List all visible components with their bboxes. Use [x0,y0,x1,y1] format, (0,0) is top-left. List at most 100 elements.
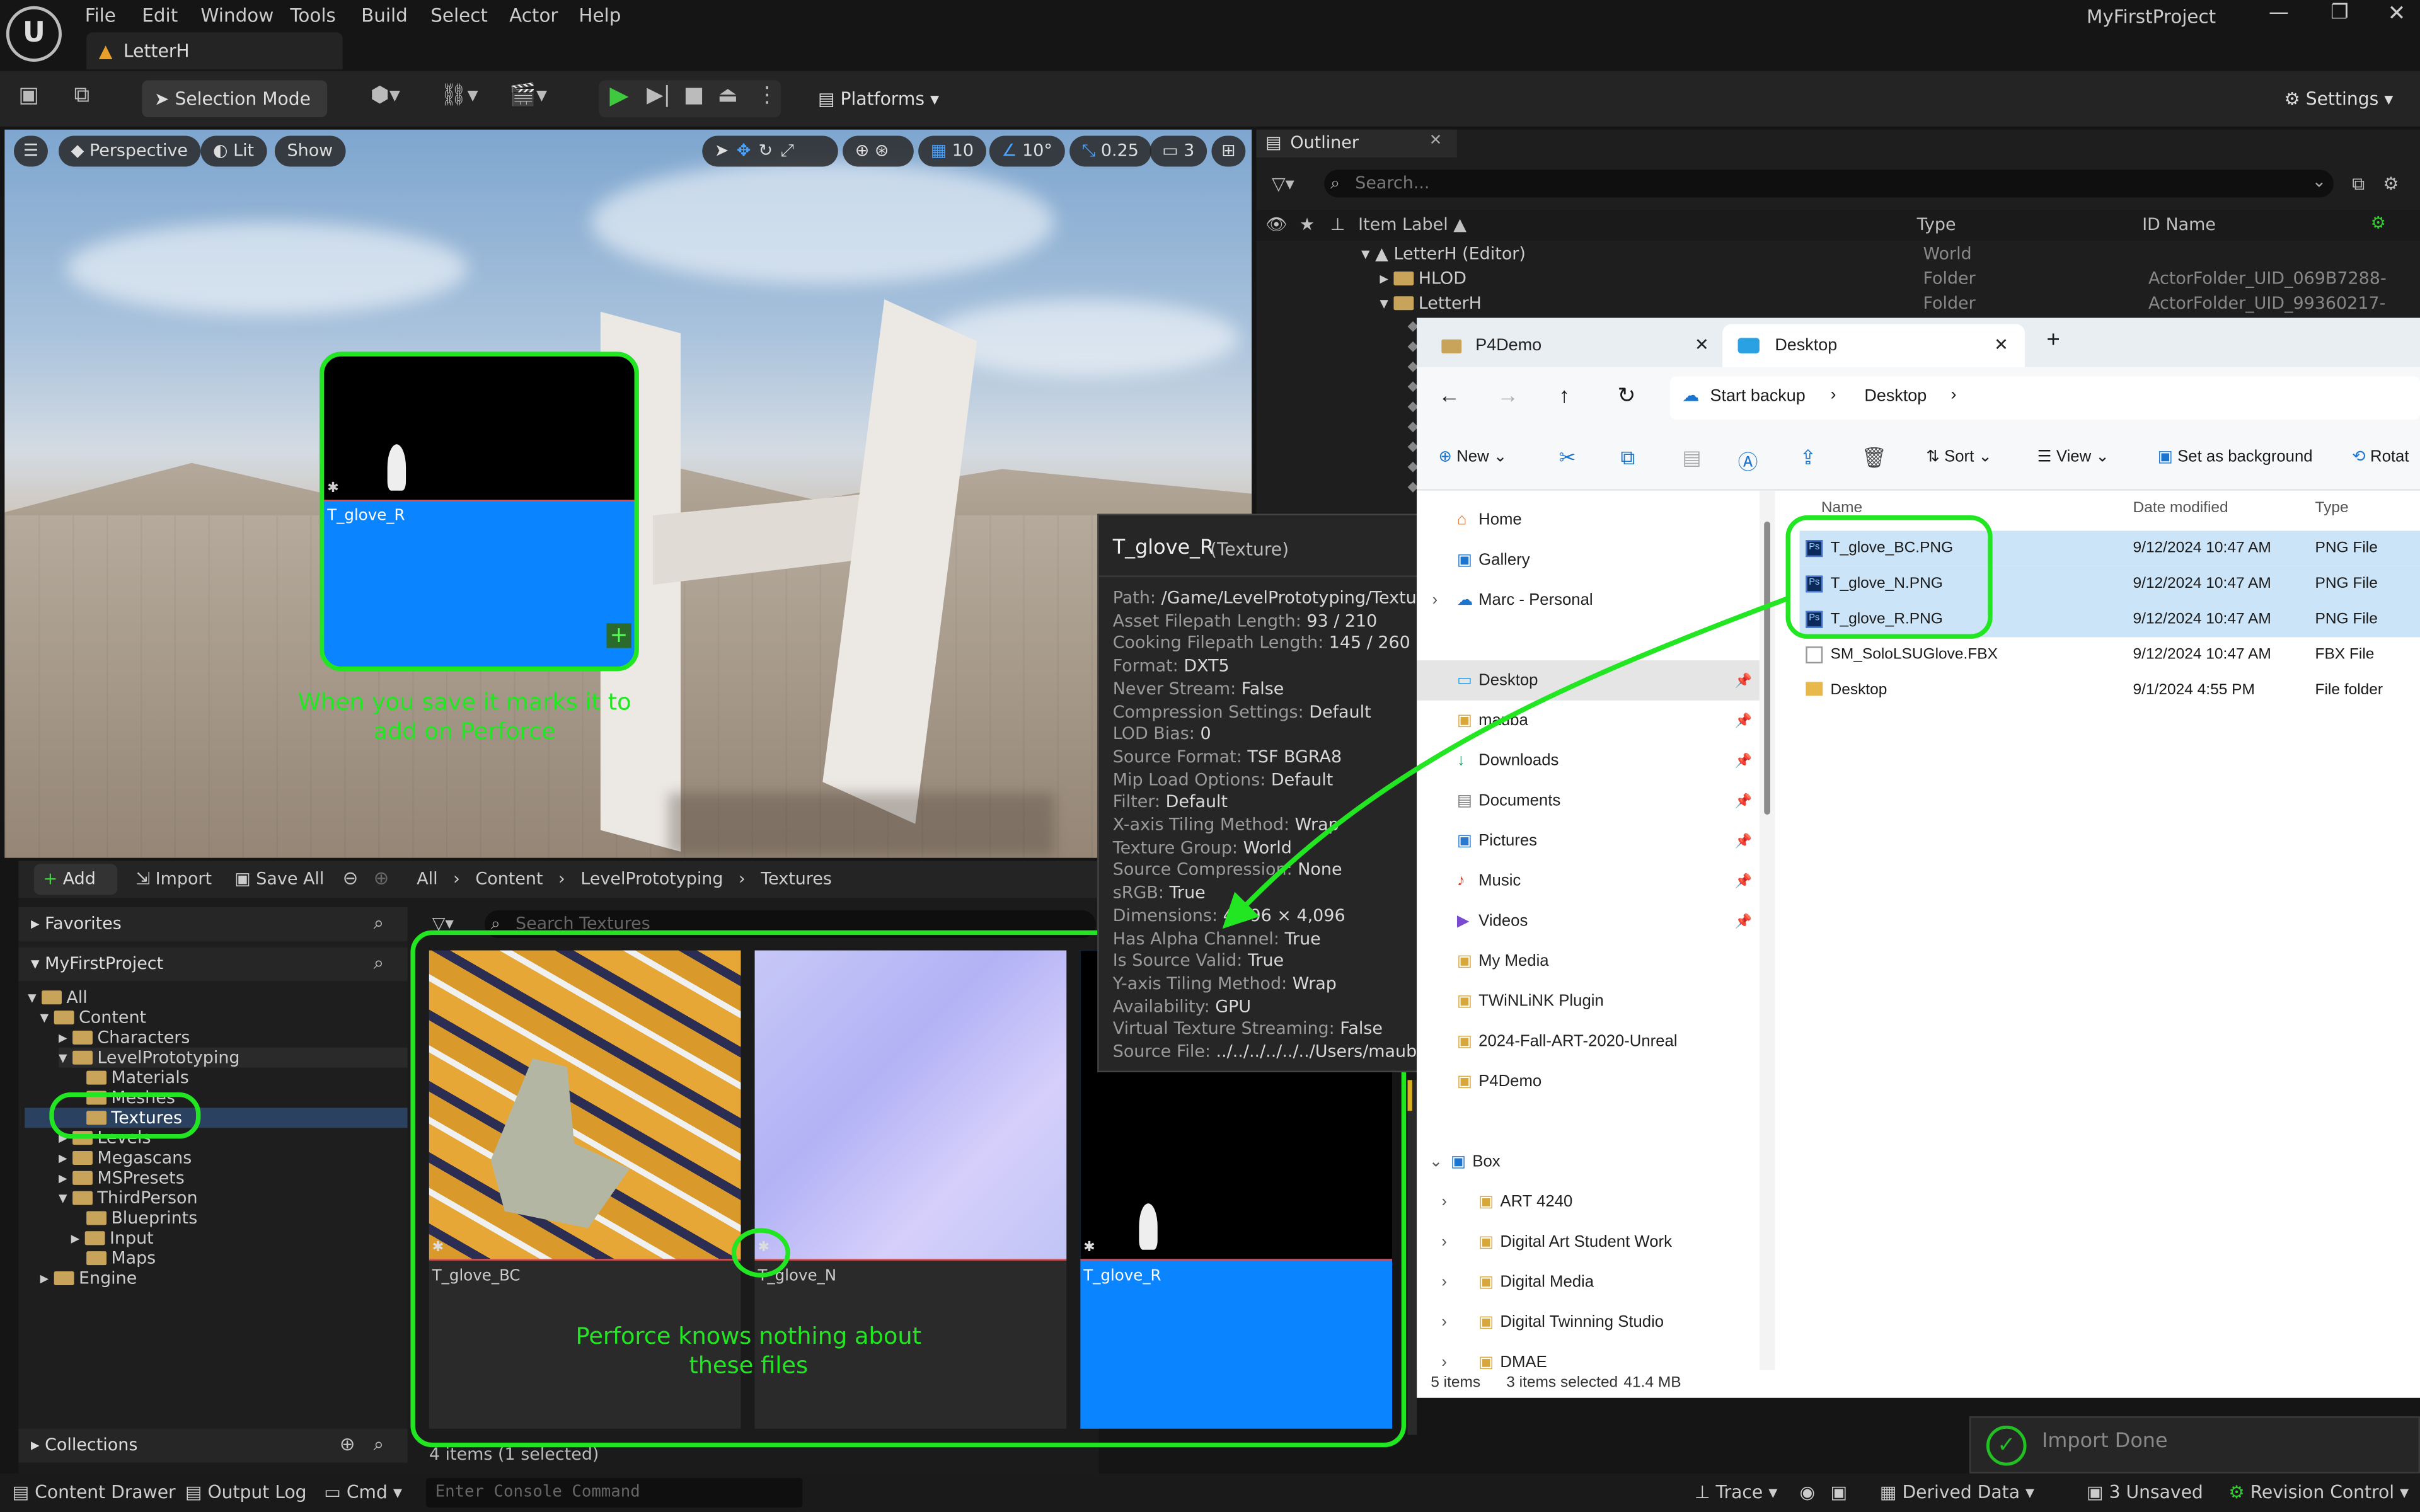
sidebar-item[interactable]: ▣ 2024-Fall-ART-2020-Unreal [1417,1021,1760,1062]
menu-file[interactable]: File [85,4,116,26]
transform-tools[interactable]: ➤✥↻⤢ [702,135,838,167]
explorer-tab-desktop[interactable]: Desktop ✕ [1722,324,2025,367]
collections-header[interactable]: ▸ Collections ⊕ ⌕ [18,1428,408,1463]
visibility-icon[interactable]: 👁 [1265,214,1287,234]
tree-item-megascans[interactable]: ▸ Megascans [59,1148,192,1168]
tree-item-blueprints[interactable]: Blueprints [86,1208,197,1228]
cmd-dropdown[interactable]: ▭ Cmd ▾ [324,1481,402,1503]
sidebar-item[interactable]: ▣ Digital Media › [1417,1262,1760,1302]
rotate-button[interactable]: ⟲ Rotat [2352,447,2409,466]
forward-arrow-icon[interactable]: → [1497,382,1519,407]
file-row[interactable]: SM_SoloLSUGlove.FBX 9/12/2024 10:47 AM FBX… [1800,637,2420,672]
restore-icon[interactable]: ❐ [2331,1,2349,25]
add-actor-icon[interactable]: ⬢▾ [371,83,400,108]
document-tab-letterh[interactable]: ▲ LetterH [86,32,343,70]
stop-icon[interactable]: ■ [684,83,704,108]
column-type[interactable]: Type [2315,500,2348,517]
derived-data-dropdown[interactable]: ▦ Derived Data ▾ [1880,1481,2034,1503]
chevron-right-icon[interactable]: › [1441,1262,1447,1302]
refresh-icon[interactable]: ↻ [1618,382,1636,409]
level-viewport[interactable]: ☰ ◆ Perspective ◐ Lit Show ➤✥↻⤢ ⊕ ⊛ ▦ 10… [4,129,1252,858]
new-button[interactable]: ⊕ New ⌄ [1438,447,1507,466]
outliner-tab[interactable]: ▤ Outliner ✕ [1256,129,1457,158]
grid-snap[interactable]: ▦ 10 [918,135,986,167]
sidebar-item[interactable]: ⌂ Home [1417,500,1760,540]
console-input[interactable]: Enter Console Command [425,1478,803,1508]
move-tool-icon[interactable]: ✥ [737,140,759,161]
import-button[interactable]: ⇲ Import [136,869,212,889]
project-header[interactable]: ▾ MyFirstProject ⌕ [18,947,408,982]
delete-icon[interactable]: 🗑 [1861,446,1886,471]
favorite-star-icon[interactable]: ★ [1299,214,1315,234]
advance-frame-icon[interactable]: ▶| [647,83,671,108]
play-icon[interactable]: ▶ [609,80,628,110]
tree-item-input[interactable]: ▸ Input [71,1228,154,1248]
cinematics-icon[interactable]: 🎬▾ [509,83,547,108]
breadcrumb-item[interactable]: LevelPrototyping [580,869,723,889]
chevron-right-icon[interactable]: › [1441,1302,1447,1343]
column-id-name[interactable]: ID Name [2142,214,2216,234]
view-button[interactable]: ☰ View ⌄ [2037,447,2109,466]
selection-mode-dropdown[interactable]: ➤ Selection Mode ▾ [142,80,328,147]
blueprint-icon[interactable]: ⛓▾ [440,83,478,108]
platforms-dropdown[interactable]: ▤ Platforms ▾ [805,80,951,117]
screenshot-icon[interactable]: ▣ [1831,1481,1848,1503]
outliner-settings-icon[interactable]: ⚙ [2383,173,2399,194]
rotate-tool-icon[interactable]: ↻ [759,140,781,161]
back-arrow-icon[interactable]: ← [1438,382,1460,407]
unsaved-button[interactable]: ▣ 3 Unsaved [2087,1481,2203,1503]
tree-item-all[interactable]: ▾ All [28,987,88,1007]
scale-tool-icon[interactable]: ⤢ [780,140,802,161]
column-type[interactable]: Type [1917,214,1956,234]
tree-item-content[interactable]: ▾ Content [40,1007,146,1028]
outliner-search-input[interactable]: ⌕ Search... ⌄ [1324,169,2334,198]
up-arrow-icon[interactable]: ↑ [1559,382,1569,407]
tree-item-engine[interactable]: ▸ Engine [40,1268,137,1288]
search-icon[interactable]: ⌕ [374,952,384,975]
set-background-button[interactable]: ▣ Set as background [2158,447,2313,466]
filter-icon[interactable]: ▽▾ [1272,173,1294,194]
chevron-right-icon[interactable]: › [1441,1222,1447,1263]
start-backup-label[interactable]: Start backup [1710,387,1805,406]
explorer-tab-p4demo[interactable]: P4Demo ✕ [1423,324,1719,367]
close-outliner-icon[interactable]: ✕ [1429,133,1443,150]
menu-help[interactable]: Help [579,4,621,26]
rename-icon[interactable]: Ⓐ [1738,446,1758,476]
address-breadcrumb[interactable]: Desktop [1864,387,1927,406]
tree-item-mspresets[interactable]: ▸ MSPresets [59,1168,185,1188]
perspective-button[interactable]: ◆ Perspective [59,135,200,167]
sidebar-item[interactable]: ▣ Digital Art Student Work › [1417,1222,1760,1263]
search-icon[interactable]: ⌕ [374,1433,384,1457]
rotation-snap[interactable]: ∠ 10° [989,135,1065,167]
new-tab-icon[interactable]: + [2046,327,2060,353]
close-window-icon[interactable]: ✕ [2388,1,2406,26]
select-tool-icon[interactable]: ➤ [715,140,737,161]
column-name[interactable]: Name [1821,500,1862,517]
breadcrumb-item[interactable]: Textures [761,869,832,889]
layout-icon[interactable]: ⊞ [1211,135,1246,167]
world-local-toggle[interactable]: ⊕ ⊛ [843,135,914,167]
scale-snap[interactable]: ⤡ 0.25 [1069,135,1151,167]
tree-item-levelprototyping[interactable]: ▾ LevelPrototyping [59,1047,408,1068]
tree-item-materials[interactable]: Materials [86,1068,189,1088]
outliner-row[interactable]: ▸ HLOD [1380,268,1466,289]
lit-button[interactable]: ◐ Lit [200,135,267,167]
close-tab-icon[interactable]: ✕ [1994,324,2008,367]
menu-tools[interactable]: Tools [290,4,335,26]
output-log-button[interactable]: ▤ Output Log [185,1481,307,1503]
show-button[interactable]: Show [274,135,345,167]
column-date-modified[interactable]: Date modified [2133,500,2228,517]
tree-item-characters[interactable]: ▸ Characters [59,1028,190,1048]
minimize-icon[interactable]: — [2269,1,2289,25]
breadcrumb-item[interactable]: All [417,869,437,889]
close-tab-icon[interactable]: ✕ [1695,324,1709,367]
forward-icon[interactable]: ⊕ [374,867,389,888]
breadcrumb-item[interactable]: Content [475,869,543,889]
viewport-menu-icon[interactable]: ☰ [14,135,48,167]
search-icon[interactable]: ⌕ [374,912,384,935]
copy-icon[interactable]: ⧉ [1620,446,1635,471]
unreal-logo-icon[interactable]: U [6,6,62,62]
menu-build[interactable]: Build [361,4,408,26]
sidebar-item[interactable]: ▣ Box ⌄ [1417,1142,1760,1182]
more-options-icon[interactable]: ⋮ [756,83,778,108]
